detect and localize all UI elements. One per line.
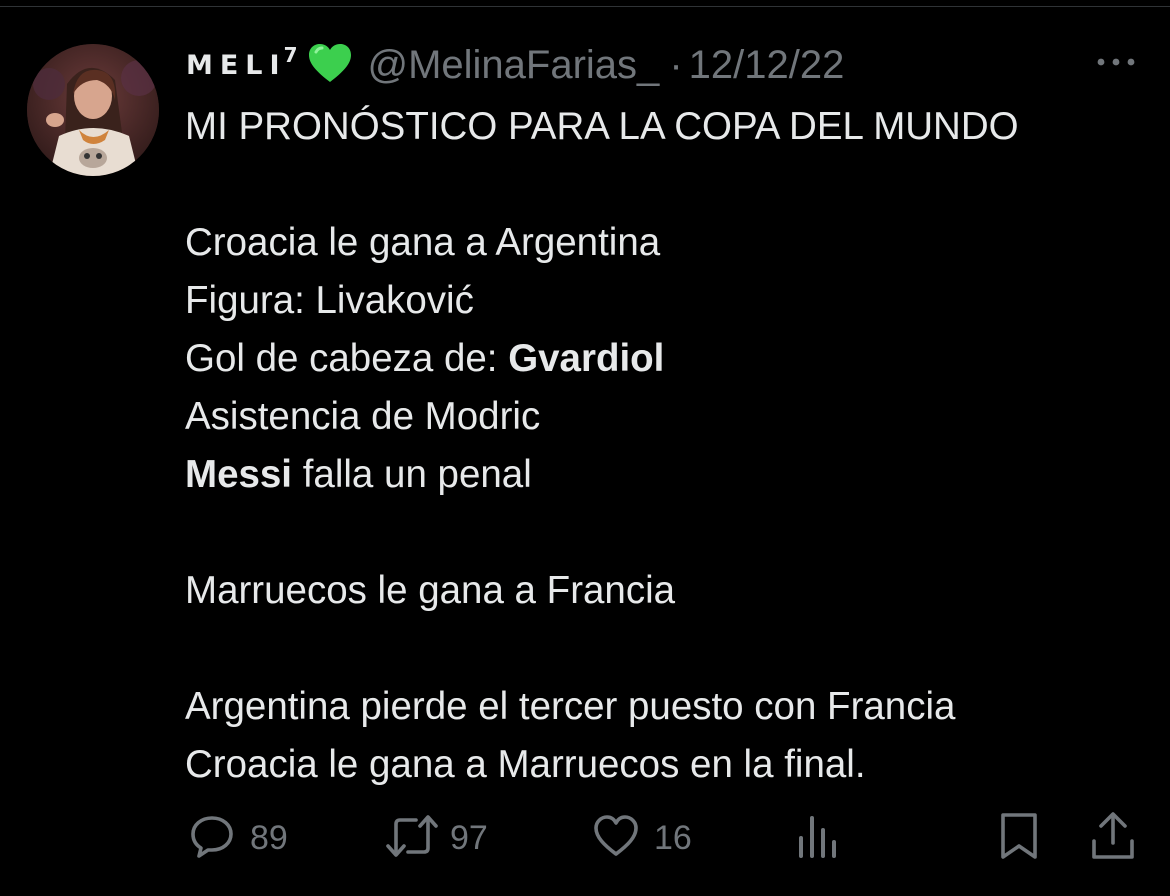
tweet-line: Argentina pierde el tercer puesto con Fr… — [185, 685, 956, 728]
retweet-count: 97 — [450, 818, 488, 857]
tweet-header: MELI7 @MelinaFarias_ · 12/12/22 — [186, 40, 844, 90]
tweet-line: Messi falla un penal — [185, 446, 1155, 504]
bookmark-button[interactable] — [998, 810, 1040, 866]
tweet-line-text: Gol de cabeza de: — [185, 337, 509, 380]
separator-dot: · — [669, 42, 683, 87]
tweet-line: Asistencia de Modric — [185, 395, 541, 438]
tweet-date[interactable]: 12/12/22 — [689, 43, 845, 88]
green-heart-icon — [307, 42, 353, 89]
tweet-line: Gol de cabeza de: Gvardiol — [185, 330, 1155, 388]
views-button[interactable] — [796, 810, 840, 866]
views-icon — [796, 812, 840, 865]
retweet-button[interactable]: 97 — [384, 810, 488, 866]
action-bar: 89 97 16 — [0, 810, 1170, 866]
tweet-text: MI PRONÓSTICO PARA LA COPA DEL MUNDO Cro… — [185, 98, 1155, 794]
tweet-line-text: falla un penal — [292, 453, 532, 496]
name-superscript: 7 — [283, 42, 298, 67]
top-divider — [0, 6, 1170, 7]
tweet-line: Marruecos le gana a Francia — [185, 569, 676, 612]
tweet-line-bold: Messi — [185, 453, 293, 496]
reply-count: 89 — [250, 818, 288, 857]
heart-icon — [592, 812, 640, 865]
retweet-icon — [384, 812, 440, 865]
tweet-line: MI PRONÓSTICO PARA LA COPA DEL MUNDO — [185, 105, 1019, 148]
like-button[interactable]: 16 — [592, 810, 692, 866]
reply-button[interactable]: 89 — [188, 810, 288, 866]
tweet-line: Figura: Livaković — [185, 279, 474, 322]
author-handle[interactable]: @MelinaFarias_ — [367, 43, 659, 88]
tweet-line: Croacia le gana a Argentina — [185, 221, 661, 264]
share-icon — [1090, 811, 1136, 866]
share-button[interactable] — [1090, 810, 1136, 866]
tweet-line: Croacia le gana a Marruecos en la final. — [185, 743, 866, 786]
tweet-line-bold: Gvardiol — [508, 337, 665, 380]
display-name-text: MELI — [186, 49, 287, 81]
avatar[interactable] — [27, 44, 159, 176]
like-count: 16 — [654, 818, 692, 857]
more-icon[interactable] — [1093, 48, 1139, 76]
bookmark-icon — [998, 811, 1040, 866]
display-name[interactable]: MELI7 — [186, 43, 297, 81]
reply-icon — [188, 812, 236, 865]
